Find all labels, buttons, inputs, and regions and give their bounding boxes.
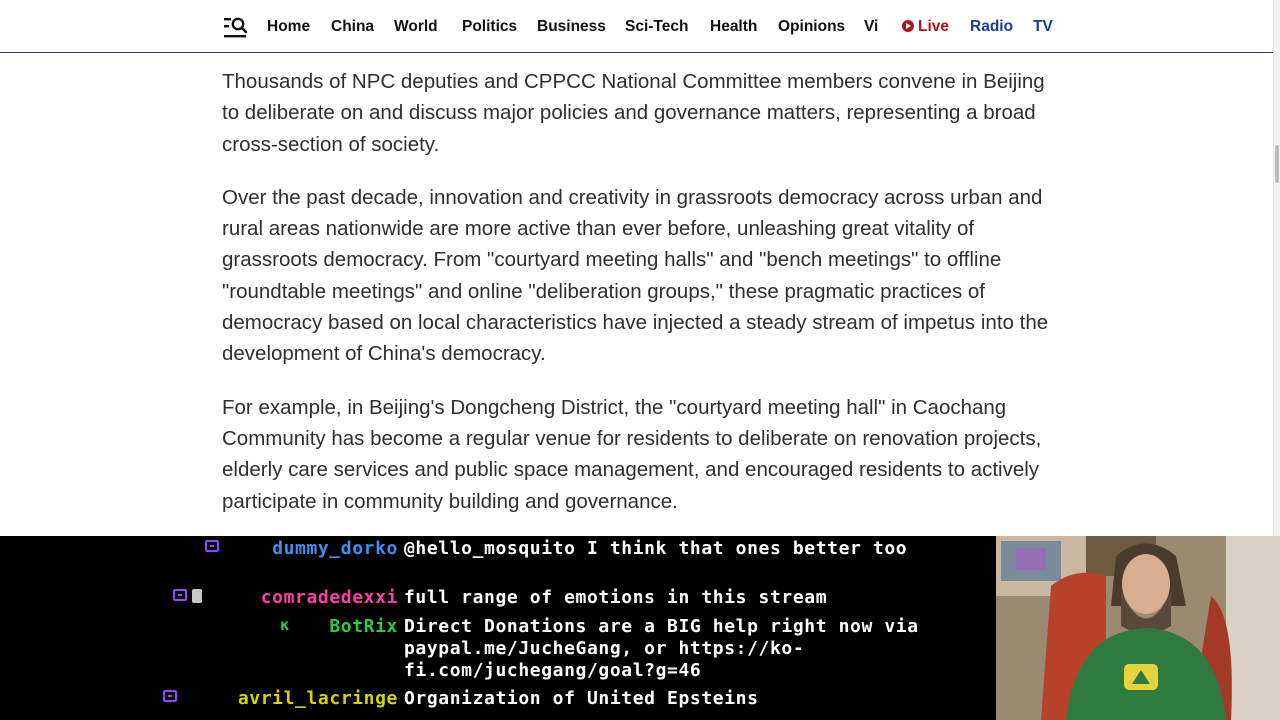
nav-tv[interactable]: TV — [1033, 18, 1053, 36]
nav-live-label: Live — [918, 18, 950, 35]
moderator-badge-icon — [192, 589, 202, 603]
bot-badge-icon: ĸ — [280, 616, 290, 634]
nav-politics[interactable]: Politics — [462, 18, 517, 36]
streamer-webcam — [996, 536, 1280, 720]
subscriber-badge-icon — [163, 690, 177, 702]
nav-opinions[interactable]: Opinions — [778, 18, 845, 36]
nav-world[interactable]: World — [394, 18, 438, 36]
live-icon — [902, 20, 914, 32]
chat-message-text: @hello_mosquito I think that ones better… — [404, 538, 908, 559]
chat-message-text: full range of emotions in this stream — [404, 587, 828, 608]
scrollbar-thumb[interactable] — [1275, 145, 1279, 183]
nav-china[interactable]: China — [331, 18, 374, 36]
article-paragraph: Over the past decade, innovation and cre… — [222, 185, 1049, 366]
chat-username: dummy_dorko — [272, 538, 398, 559]
webcam-feed-image — [996, 536, 1280, 720]
article-body: Thousands of NPC deputies and CPPCC Nati… — [222, 66, 1062, 539]
stream-chat-overlay: dummy_dorko @hello_mosquito I think that… — [0, 536, 996, 720]
article-paragraph: Thousands of NPC deputies and CPPCC Nati… — [222, 70, 1045, 156]
site-navbar: Home China World Politics Business Sci-T… — [0, 0, 1274, 53]
nav-live[interactable]: Live — [902, 18, 949, 36]
chat-username: comradedexxi — [260, 587, 398, 608]
subscriber-badge-icon — [173, 589, 187, 601]
nav-sci-tech[interactable]: Sci-Tech — [625, 18, 688, 36]
nav-business[interactable]: Business — [537, 18, 606, 36]
article-paragraph: For example, in Beijing's Dongcheng Dist… — [222, 395, 1042, 513]
menu-search-icon[interactable] — [224, 16, 248, 38]
chat-username: BotRix — [329, 616, 398, 637]
subscriber-badge-icon — [205, 540, 219, 552]
chat-username: avril_lacringe — [237, 688, 398, 709]
nav-radio[interactable]: Radio — [970, 18, 1013, 36]
nav-home[interactable]: Home — [267, 18, 310, 36]
nav-video-truncated[interactable]: Vi — [864, 18, 878, 36]
chat-message-text: Organization of United Epsteins — [404, 688, 759, 709]
nav-health[interactable]: Health — [710, 18, 757, 36]
chat-message-text: Direct Donations are a BIG help right no… — [404, 616, 931, 681]
